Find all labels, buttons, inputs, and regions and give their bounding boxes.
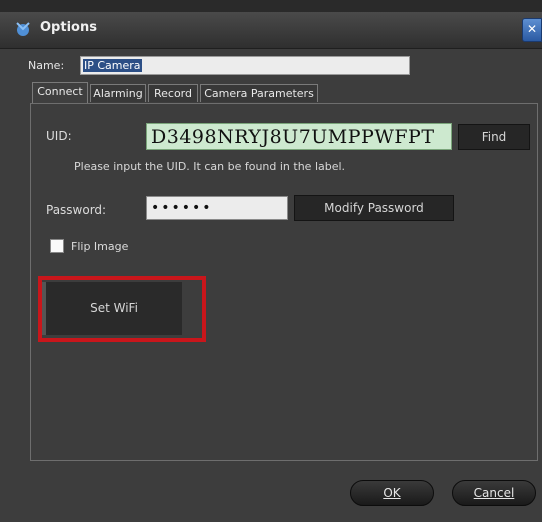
name-input[interactable]: IP Camera — [80, 56, 410, 75]
top-strip — [0, 0, 542, 12]
uid-label: UID: — [46, 129, 72, 143]
title-bar[interactable]: Options ✕ — [0, 12, 542, 49]
name-label: Name: — [28, 59, 65, 72]
set-wifi-button[interactable]: Set WiFi — [42, 282, 182, 335]
ok-button[interactable]: OK — [350, 480, 434, 506]
password-input[interactable]: •••••• — [146, 196, 288, 220]
tab-camera-parameters[interactable]: Camera Parameters — [200, 84, 318, 102]
close-icon[interactable]: ✕ — [522, 18, 542, 42]
tab-connect[interactable]: Connect — [32, 82, 88, 103]
name-input-value: IP Camera — [83, 59, 142, 72]
tab-record[interactable]: Record — [148, 84, 198, 102]
password-label: Password: — [46, 203, 107, 217]
window-title: Options — [40, 20, 97, 35]
tab-alarming[interactable]: Alarming — [90, 84, 146, 102]
cancel-button[interactable]: Cancel — [452, 480, 536, 506]
find-button[interactable]: Find — [458, 124, 530, 150]
flip-image-checkbox[interactable] — [50, 239, 64, 253]
app-icon — [16, 22, 30, 36]
modify-password-button[interactable]: Modify Password — [294, 195, 454, 221]
options-dialog: Options ✕ Name: IP Camera Connect Alarmi… — [0, 0, 542, 522]
uid-hint: Please input the UID. It can be found in… — [74, 160, 346, 173]
flip-image-label: Flip Image — [71, 240, 129, 253]
uid-input[interactable]: D3498NRYJ8U7UMPPWFPT — [146, 123, 452, 150]
